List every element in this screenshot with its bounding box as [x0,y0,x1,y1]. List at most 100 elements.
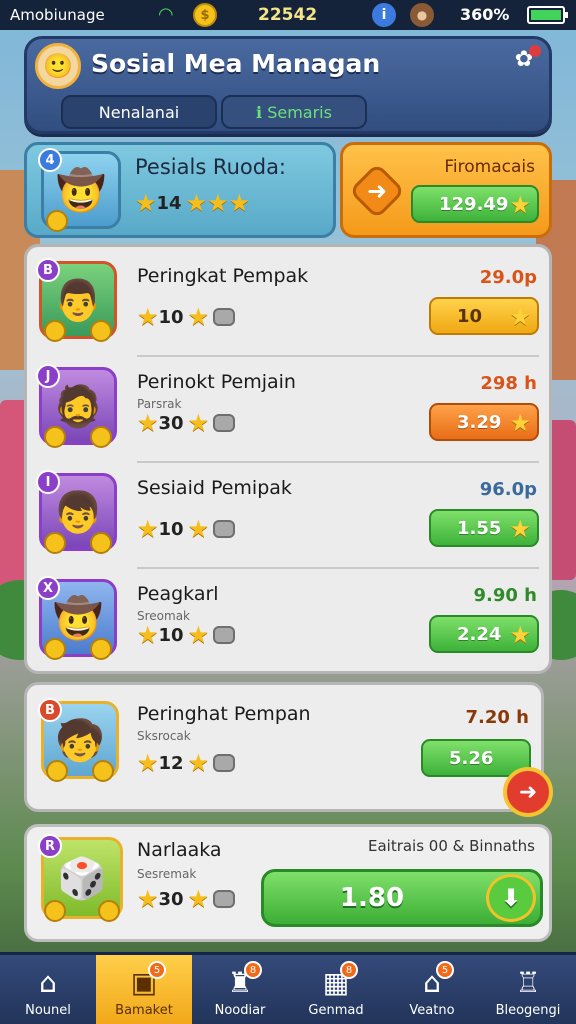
nav-label: Bamaket [115,1003,173,1018]
coin-icon [44,532,66,554]
gem-icon [213,890,236,908]
coin-icon [46,210,68,232]
tab-semaris[interactable]: ℹ Semaris [221,95,367,129]
featured-sub: Sksrocak [137,729,191,743]
arrow-right-icon[interactable]: ➜ [503,767,553,817]
row-price: 96.0p [479,479,537,500]
status-bar: Amobiunage ◠ $ 22542 i ● 360% [0,0,576,30]
gem-icon [213,308,236,326]
info-icon[interactable]: i [372,3,396,27]
nav-label: Veatno [409,1003,455,1018]
coin-icon [90,532,112,554]
player-avatar: 👦 I [36,470,117,554]
stars-value: 10 [158,624,184,646]
row-buy-button[interactable]: 3.29 ★ [429,403,539,441]
nav-badge: 5 [436,961,454,979]
row-button-value: 3.29 [457,411,502,433]
promo-price: 129.49 [439,193,509,215]
bottom-card[interactable]: 🎲 R Narlaaka Sesremak ★ 30 ★ Eaitrais 00 &… [24,824,552,942]
gem-icon [213,754,236,772]
nav-item-genmad[interactable]: ▦ Genmad 8 [288,955,384,1024]
tab-prefix: ℹ [256,102,263,122]
coin-icon [92,760,114,782]
list-item[interactable]: 👨 B Peringkat Pempak ★ 10 ★ 29.0p 10 ★ [27,251,549,357]
avatar-badge: B [38,698,62,722]
stars-value: 12 [158,752,184,774]
avatar-badge: 4 [38,148,62,172]
coin-icon [44,426,66,448]
rating-stars: ★ 30 ★ [137,409,236,437]
coin-icon [98,900,120,922]
promo-buy-button[interactable]: 129.49 ★ [411,185,539,223]
nav-item-nounel[interactable]: ⌂ Nounel [0,955,96,1024]
claim-value: 1.80 [339,883,405,913]
dice-avatar: 🎲 R [38,834,123,922]
nav-item-veatno[interactable]: ⌂ Veatno 5 [384,955,480,1024]
rating-stars: ★ 10 ★ [137,621,236,649]
list-item[interactable]: 👦 I Sesiaid Pemipak ★ 10 ★ 96.0p 1.55 ★ [27,463,549,569]
header-panel: 🙂 Sosial Mea Managan ✿ Nenalanai ℹ Semar… [24,36,552,134]
leaderboard-list: 👨 B Peringkat Pempak ★ 10 ★ 29.0p 10 ★ 🧔 J … [24,244,552,674]
nav-item-bleogengi[interactable]: ♖ Bleogengi [480,955,576,1024]
carrier-name: Amobiunage [10,6,105,24]
nav-item-bamaket[interactable]: ▣ Bamaket 5 [96,955,192,1024]
avatar-badge: J [36,364,60,388]
highlight-title: Pesials Ruoda: [135,155,287,179]
list-item[interactable]: 🧔 J Perinokt Pemjain Parsrak ★ 30 ★ 298 h … [27,357,549,463]
bottom-card-name: Narlaaka [137,839,222,861]
star-icon: ★ [187,749,210,777]
bottom-card-caption: Eaitrais 00 & Binnaths [367,837,535,855]
row-name: Perinokt Pemjain [137,371,296,393]
avatar-badge: I [36,470,60,494]
battery-icon [527,6,568,24]
coin-icon [90,638,112,660]
wifi-icon: ◠ [158,4,174,25]
row-buy-button[interactable]: 2.24 ★ [429,615,539,653]
stars-value: 14 [156,192,182,214]
star-icon: ★ [137,515,159,543]
row-price: 298 h [480,373,537,394]
row-price: 9.90 h [473,585,538,606]
tab-label: Semaris [267,102,332,122]
claim-button[interactable]: 1.80 ⬇ [261,869,543,927]
row-buy-button[interactable]: 10 ★ [429,297,539,335]
player-avatar: 🤠 4 [38,148,121,232]
star-icon: ★ [137,409,159,437]
row-price: 29.0p [479,267,537,288]
featured-price: 7.20 h [465,707,530,728]
shop-icon: ♖ [515,966,541,999]
profile-avatar[interactable]: 🙂 [35,43,81,89]
promo-card[interactable]: Firomacais ➜ 129.49 ★ [340,142,552,238]
tab-nenalanai[interactable]: Nenalanai [61,95,217,129]
bottom-nav: ⌂ Nounel ▣ Bamaket 5 ♜ Noodiar 8 ▦ Genma… [0,952,576,1024]
row-name: Peringkat Pempak [137,265,309,287]
coin-icon [44,900,66,922]
list-item[interactable]: 🤠 X Peagkarl Sreomak ★ 10 ★ 9.90 h 2.24 ★ [27,569,549,675]
row-buy-button[interactable]: 1.55 ★ [429,509,539,547]
coin-icon [44,320,66,342]
bottom-card-sub: Sesremak [137,867,197,881]
stars-value: 10 [158,518,184,540]
player-avatar: 🤠 X [36,576,117,660]
row-name: Sesiaid Pemipak [137,477,292,499]
nav-item-noodiar[interactable]: ♜ Noodiar 8 [192,955,288,1024]
player-avatar: 👨 B [36,258,117,342]
coin-icon [90,320,112,342]
row-button-value: 10 [457,305,483,327]
battery-level [531,10,561,20]
row-name: Peagkarl [137,583,219,605]
star-icon: ★ [137,621,159,649]
star-icon: ★ [137,303,159,331]
rating-stars: ★ 14 ★ ★ ★ [135,189,250,217]
page-title: Sosial Mea Managan [91,49,381,78]
rating-stars: ★ 10 ★ [137,303,236,331]
highlight-card[interactable]: 🤠 4 Pesials Ruoda: ★ 14 ★ ★ ★ [24,142,336,238]
avatar-badge: R [38,834,62,858]
featured-row[interactable]: 🧒 B Peringhat Pempan Sksrocak ★ 12 ★ 7.20 … [24,682,553,817]
row-button-value: 2.24 [457,623,502,645]
coin-icon [46,760,68,782]
notification-icon[interactable]: ✿ [509,45,541,77]
star-icon: ★ [509,191,531,219]
star-icon: ★ [137,749,159,777]
rating-stars: ★ 10 ★ [137,515,236,543]
